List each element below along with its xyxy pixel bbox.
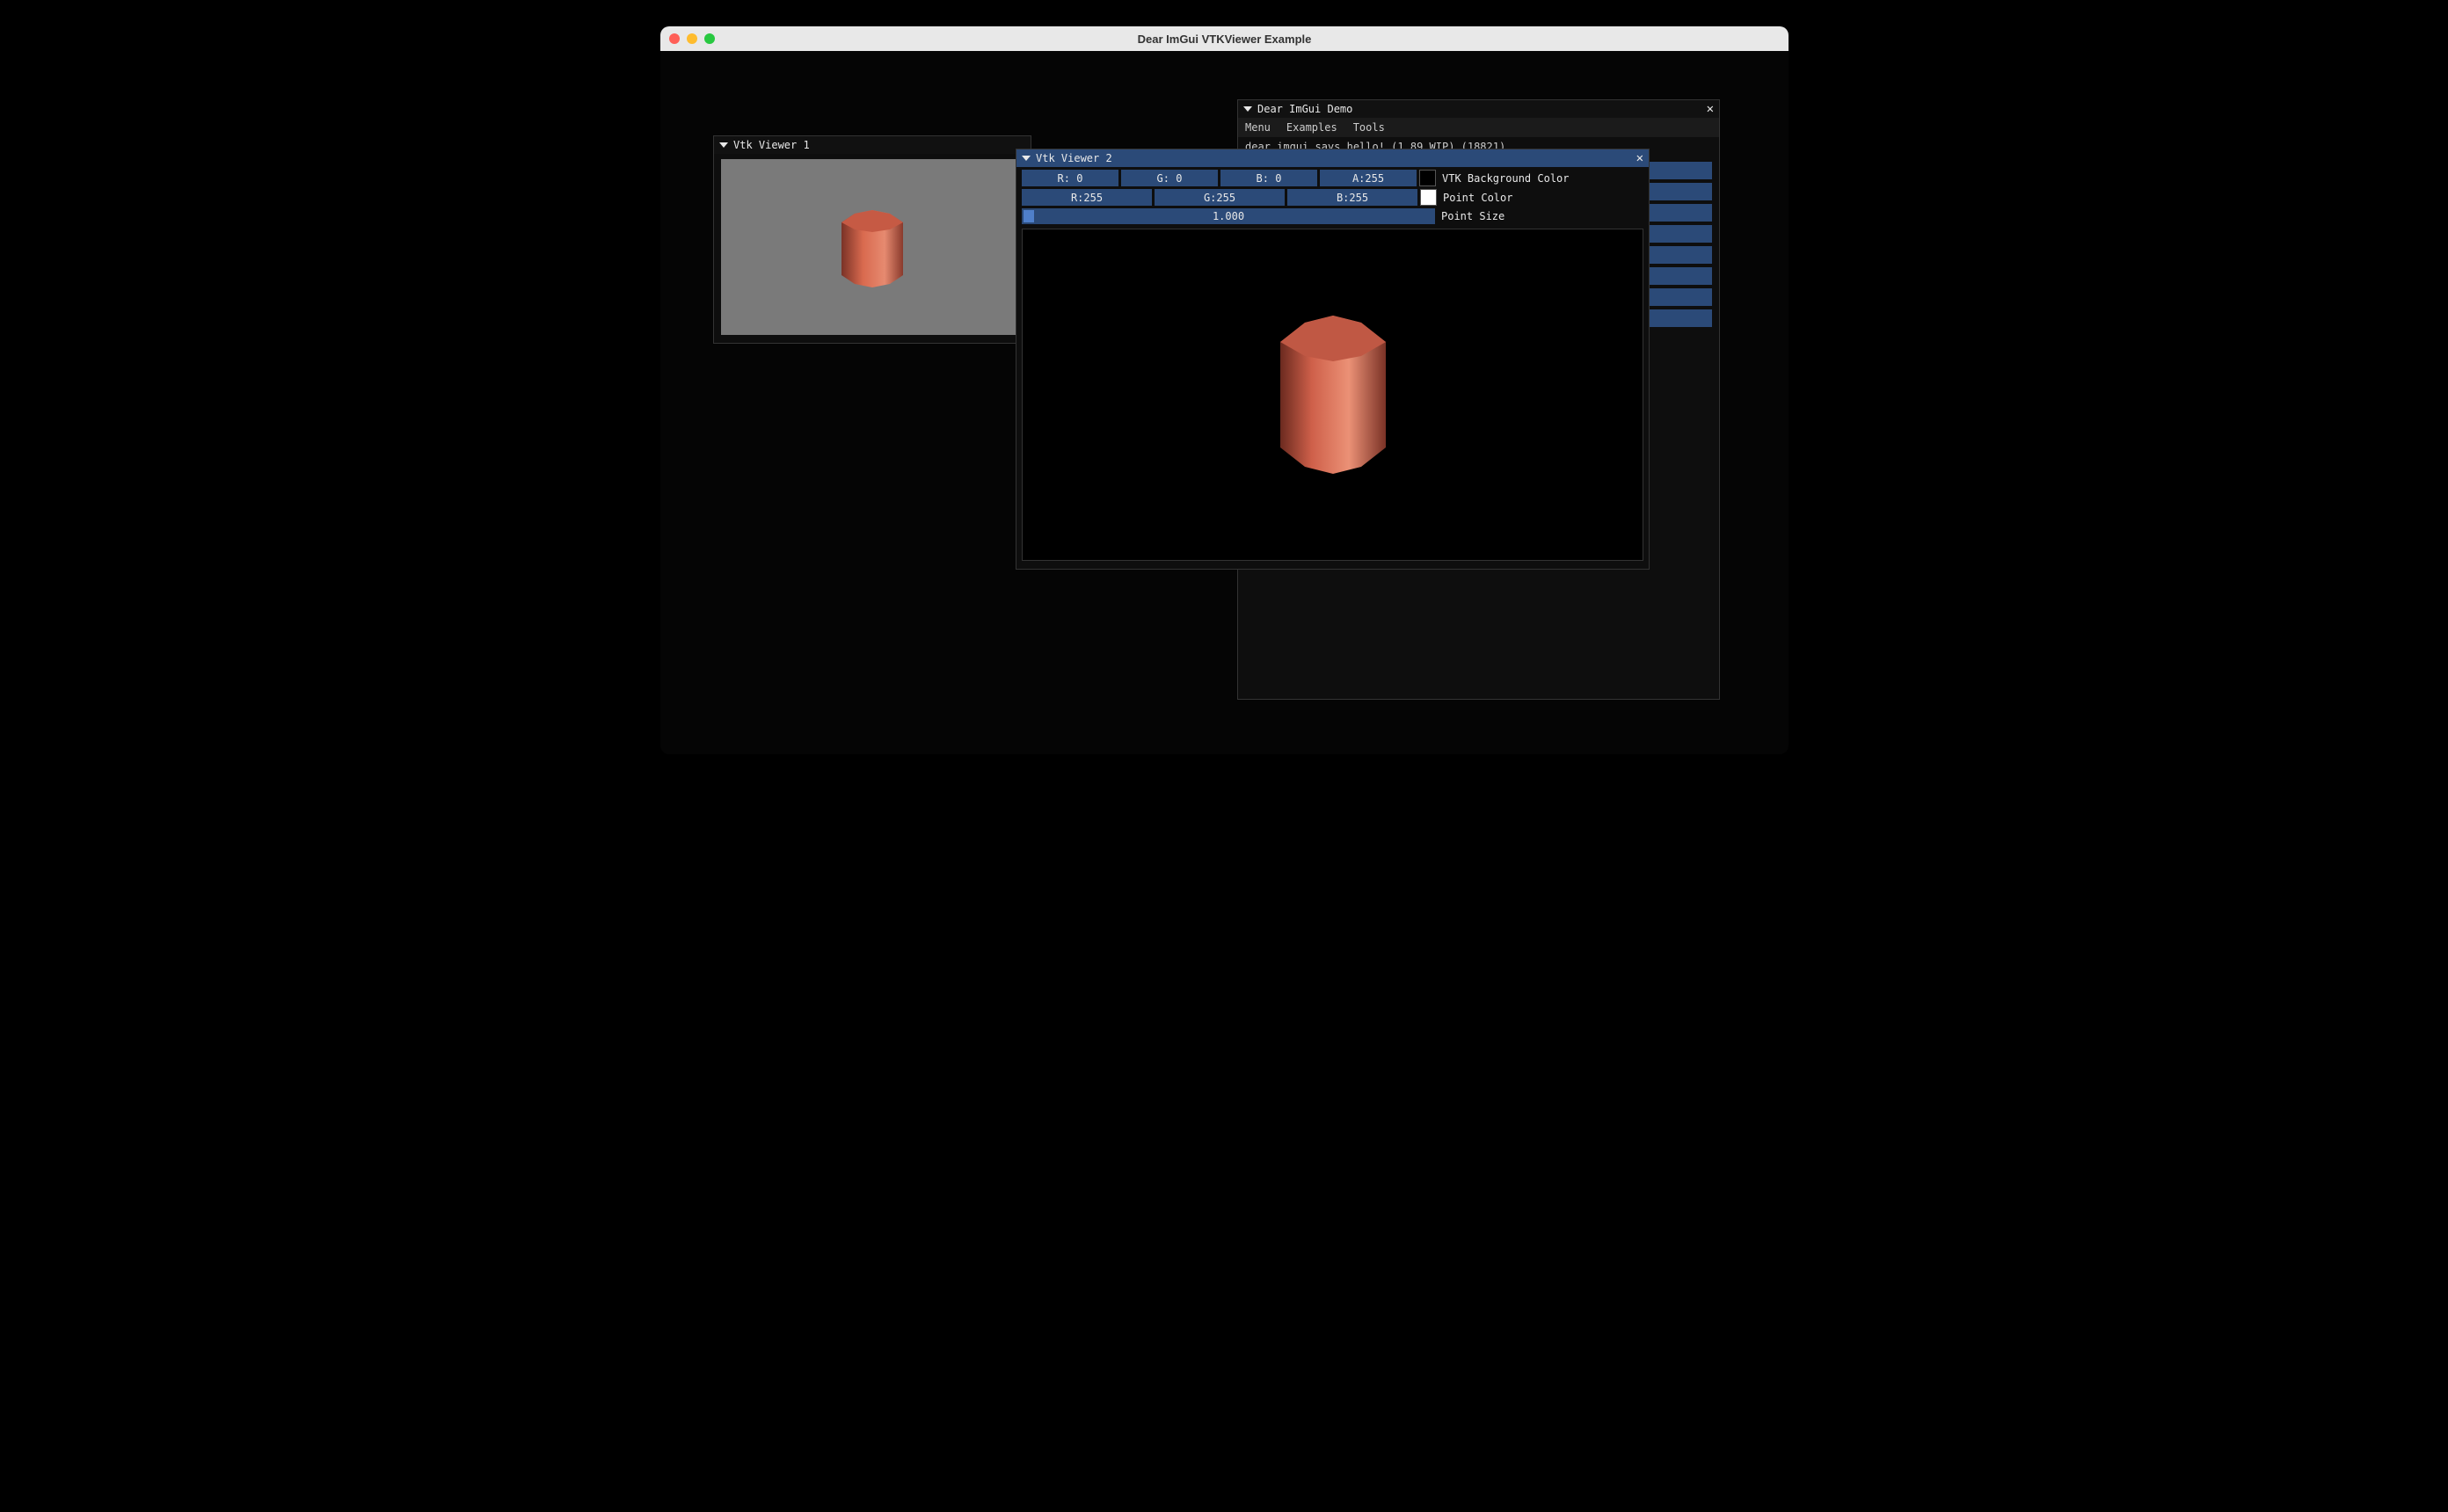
vtk-viewer-1-title: Vtk Viewer 1 xyxy=(733,139,810,151)
point-size-row: 1.000 Point Size xyxy=(1022,208,1643,224)
window-title: Dear ImGui VTKViewer Example xyxy=(660,33,1789,46)
bg-color-r-drag[interactable]: R: 0 xyxy=(1022,170,1118,186)
bg-color-row: R: 0 G: 0 B: 0 A:255 VTK Background Colo… xyxy=(1022,170,1643,186)
app-content: Dear ImGui Demo ✕ Menu Examples Tools de… xyxy=(660,51,1789,754)
imgui-demo-title: Dear ImGui Demo xyxy=(1257,103,1352,115)
point-size-label: Point Size xyxy=(1438,210,1504,222)
point-color-b-drag[interactable]: B:255 xyxy=(1287,189,1417,206)
bg-color-swatch[interactable] xyxy=(1419,170,1436,186)
menu-examples[interactable]: Examples xyxy=(1286,121,1337,134)
imgui-demo-titlebar[interactable]: Dear ImGui Demo ✕ xyxy=(1238,100,1719,118)
point-color-g-drag[interactable]: G:255 xyxy=(1155,189,1285,206)
menu-menu[interactable]: Menu xyxy=(1245,121,1271,134)
point-size-value: 1.000 xyxy=(1213,210,1244,222)
minimize-button[interactable] xyxy=(687,33,697,44)
point-color-swatch[interactable] xyxy=(1420,189,1437,206)
vtk-viewer-1-window[interactable]: Vtk Viewer 1 xyxy=(713,135,1031,344)
cylinder-render xyxy=(833,203,912,291)
mac-titlebar[interactable]: Dear ImGui VTKViewer Example xyxy=(660,26,1789,51)
vtk-viewer-2-titlebar[interactable]: Vtk Viewer 2 ✕ xyxy=(1016,149,1649,167)
app-window: Dear ImGui VTKViewer Example Dear ImGui … xyxy=(660,26,1789,754)
bg-color-a-drag[interactable]: A:255 xyxy=(1320,170,1417,186)
bg-color-label: VTK Background Color xyxy=(1439,172,1570,185)
vtk-viewer-2-title: Vtk Viewer 2 xyxy=(1036,152,1112,164)
collapse-icon[interactable] xyxy=(1243,106,1252,112)
point-color-label: Point Color xyxy=(1439,192,1512,204)
zoom-button[interactable] xyxy=(704,33,715,44)
point-size-slider[interactable]: 1.000 xyxy=(1022,208,1435,224)
vtk-viewer-1-viewport[interactable] xyxy=(721,159,1024,335)
vtk-viewer-1-body xyxy=(714,154,1031,340)
menu-tools[interactable]: Tools xyxy=(1353,121,1385,134)
vtk-viewer-2-controls: R: 0 G: 0 B: 0 A:255 VTK Background Colo… xyxy=(1016,167,1649,226)
collapse-icon[interactable] xyxy=(719,142,728,148)
vtk-viewer-2-viewport[interactable] xyxy=(1022,229,1643,561)
close-icon[interactable]: ✕ xyxy=(1636,152,1643,164)
close-icon[interactable]: ✕ xyxy=(1707,103,1714,115)
bg-color-g-drag[interactable]: G: 0 xyxy=(1121,170,1218,186)
cylinder-render xyxy=(1254,307,1412,483)
point-color-r-drag[interactable]: R:255 xyxy=(1022,189,1152,206)
vtk-viewer-1-titlebar[interactable]: Vtk Viewer 1 xyxy=(714,136,1031,154)
collapse-icon[interactable] xyxy=(1022,156,1031,161)
slider-grab-icon[interactable] xyxy=(1024,210,1034,222)
bg-color-b-drag[interactable]: B: 0 xyxy=(1220,170,1317,186)
traffic-lights xyxy=(669,33,715,44)
imgui-demo-menubar: Menu Examples Tools xyxy=(1238,118,1719,137)
close-button[interactable] xyxy=(669,33,680,44)
point-color-row: R:255 G:255 B:255 Point Color xyxy=(1022,189,1643,206)
vtk-viewer-2-window[interactable]: Vtk Viewer 2 ✕ R: 0 G: 0 B: 0 A:255 VTK … xyxy=(1016,149,1650,570)
